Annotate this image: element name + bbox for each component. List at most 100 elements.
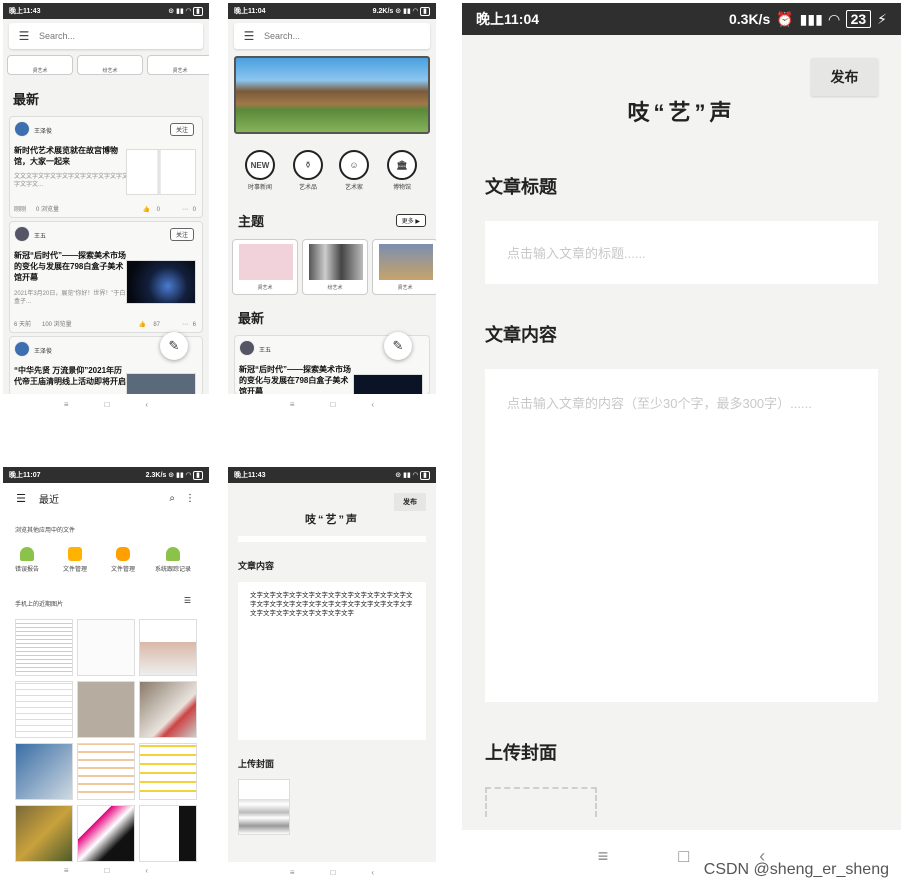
category-card[interactable]: 纷艺术 <box>77 55 143 75</box>
content-textarea[interactable]: 点击输入文章的内容（至少30个字，最多300字）...... <box>485 369 878 702</box>
nav-menu-icon[interactable]: ≡ <box>598 846 609 867</box>
content-textarea[interactable]: 文字文字文字文字文字文字文字文字文字文字文字文字文字文字文字文字文字文字文字文字… <box>238 582 426 740</box>
app-file-manager[interactable]: 文件管理 <box>57 547 93 573</box>
write-fab-button[interactable]: ✎ <box>384 332 412 360</box>
status-icons: 2.3K/s ⊙ ▮▮ ◠ ▮ <box>146 470 203 480</box>
menu-icon[interactable]: ☰ <box>234 29 264 43</box>
article-title[interactable]: 新冠“后时代”——探索美术市场的变化与发展在798白盒子美术馆开幕 <box>239 364 355 394</box>
nav-back-icon[interactable]: ‹ <box>145 866 148 875</box>
category-news[interactable]: NEW 时事新闻 <box>242 150 278 191</box>
publish-button[interactable]: 发布 <box>394 493 426 511</box>
author-name[interactable]: 王五 <box>34 231 46 240</box>
android-icon <box>166 547 180 561</box>
recent-image[interactable] <box>15 805 73 862</box>
status-icons: ⊙ ▮▮ ◠ ▮ <box>168 6 203 16</box>
avatar[interactable] <box>14 226 30 242</box>
content-label: 文章内容 <box>485 325 557 345</box>
nav-menu-icon[interactable]: ≡ <box>290 400 295 409</box>
nav-back-icon[interactable]: ‹ <box>145 400 148 409</box>
nav-home-icon[interactable]: □ <box>105 400 110 409</box>
article-thumbnail[interactable] <box>126 260 196 304</box>
topic-card[interactable]: 纷艺术 <box>302 239 368 295</box>
category-artist[interactable]: ☺ 艺术家 <box>336 150 372 191</box>
page-title: 最近 <box>39 494 59 506</box>
nav-home-icon[interactable]: □ <box>331 400 336 409</box>
like-icon[interactable]: 👍 <box>139 321 146 328</box>
feather-icon: ✎ <box>168 338 180 353</box>
content-label: 文章内容 <box>238 561 275 571</box>
nav-home-icon[interactable]: □ <box>678 846 689 867</box>
recent-image[interactable] <box>139 619 197 676</box>
avatar[interactable] <box>14 121 30 137</box>
recent-image[interactable] <box>139 805 197 862</box>
recent-image[interactable] <box>77 743 135 800</box>
comment-count: 6 <box>192 322 196 328</box>
article-title[interactable]: 新冠“后时代”——探索美术市场的变化与发展在798白盒子美术馆开幕 <box>14 250 130 283</box>
nav-home-icon[interactable]: □ <box>105 866 110 875</box>
title-input[interactable] <box>238 536 426 542</box>
category-artwork[interactable]: ⚱ 艺术品 <box>290 150 326 191</box>
app-file-manager-2[interactable]: 文件管理 <box>105 547 141 573</box>
article-card[interactable]: 王泽俊 关注 新时代艺术展览就在故宫博物馆，大家一起来 文文文字文字文字文字文字… <box>9 116 203 218</box>
search-bar[interactable]: ☰ Search... <box>9 23 203 49</box>
article-thumbnail[interactable] <box>353 374 423 394</box>
article-thumbnail[interactable] <box>126 373 196 394</box>
recent-image[interactable] <box>15 743 73 800</box>
category-card[interactable]: 贤艺术 <box>147 55 209 75</box>
app-system-trace[interactable]: 系统跟踪记录 <box>151 547 195 573</box>
title-input[interactable]: 点击输入文章的标题...... <box>485 221 878 284</box>
search-icon[interactable]: ⌕ <box>169 493 175 504</box>
menu-icon[interactable]: ☰ <box>9 29 39 43</box>
recent-image[interactable] <box>77 619 135 676</box>
recent-image[interactable] <box>77 681 135 738</box>
article-title[interactable]: “中华先贤 万流景仰”2021年历代帝王庙清明线上活动即将开启 <box>14 365 130 387</box>
comment-icon[interactable]: ⋯ <box>182 206 188 213</box>
avatar[interactable] <box>239 340 255 356</box>
search-input[interactable]: Search... <box>39 31 75 41</box>
like-count: 0 <box>156 207 160 213</box>
nav-back-icon[interactable]: ‹ <box>371 400 374 409</box>
cover-label: 上传封面 <box>485 743 557 763</box>
comment-icon[interactable]: ⋯ <box>182 321 188 328</box>
avatar[interactable] <box>14 341 30 357</box>
author-name[interactable]: 王五 <box>259 345 271 354</box>
list-view-icon[interactable]: ☰ <box>184 596 191 605</box>
author-name[interactable]: 王泽俊 <box>34 346 52 355</box>
nav-back-icon[interactable]: ‹ <box>371 868 374 877</box>
recent-image[interactable] <box>77 805 135 862</box>
search-input[interactable]: Search... <box>264 31 300 41</box>
category-card[interactable]: 贤艺术 <box>7 55 73 75</box>
menu-icon[interactable]: ☰ <box>3 492 39 505</box>
category-museum[interactable]: 🏛 博物馆 <box>384 150 420 191</box>
upload-cover-box[interactable] <box>485 787 597 817</box>
news-icon: NEW <box>245 150 275 180</box>
nav-home-icon[interactable]: □ <box>331 868 336 877</box>
search-bar[interactable]: ☰ Search... <box>234 23 430 49</box>
nav-menu-icon[interactable]: ≡ <box>64 866 69 875</box>
recent-image[interactable] <box>15 619 73 676</box>
recent-image[interactable] <box>15 681 73 738</box>
publish-button[interactable]: 发布 <box>811 58 878 96</box>
like-icon[interactable]: 👍 <box>143 206 150 213</box>
banner-image[interactable] <box>234 56 430 134</box>
wifi-icon: ◠ <box>828 10 840 27</box>
author-name[interactable]: 王泽俊 <box>34 126 52 135</box>
nav-menu-icon[interactable]: ≡ <box>290 868 295 877</box>
article-card[interactable]: 王五 关注 新冠“后时代”——探索美术市场的变化与发展在798白盒子美术馆开幕 … <box>9 221 203 333</box>
follow-button[interactable]: 关注 <box>169 123 194 136</box>
follow-button[interactable]: 关注 <box>169 228 194 241</box>
topic-card[interactable]: 贤艺术 <box>232 239 298 295</box>
more-button[interactable]: 更多 ▶ <box>395 214 426 227</box>
recent-image[interactable] <box>139 681 197 738</box>
more-icon[interactable]: ⋮ <box>185 493 195 504</box>
article-thumbnail[interactable] <box>126 149 196 195</box>
cover-thumbnail[interactable] <box>238 779 290 835</box>
topic-card[interactable]: 贤艺术 <box>372 239 436 295</box>
article-title[interactable]: 新时代艺术展览就在故宫博物馆，大家一起来 <box>14 145 130 167</box>
status-time: 晚上11:07 <box>9 472 41 479</box>
section-latest-title: 最新 <box>238 311 265 326</box>
app-bug-report[interactable]: 错误报告 <box>9 547 45 573</box>
recent-image[interactable] <box>139 743 197 800</box>
nav-menu-icon[interactable]: ≡ <box>64 400 69 409</box>
write-fab-button[interactable]: ✎ <box>160 332 188 360</box>
